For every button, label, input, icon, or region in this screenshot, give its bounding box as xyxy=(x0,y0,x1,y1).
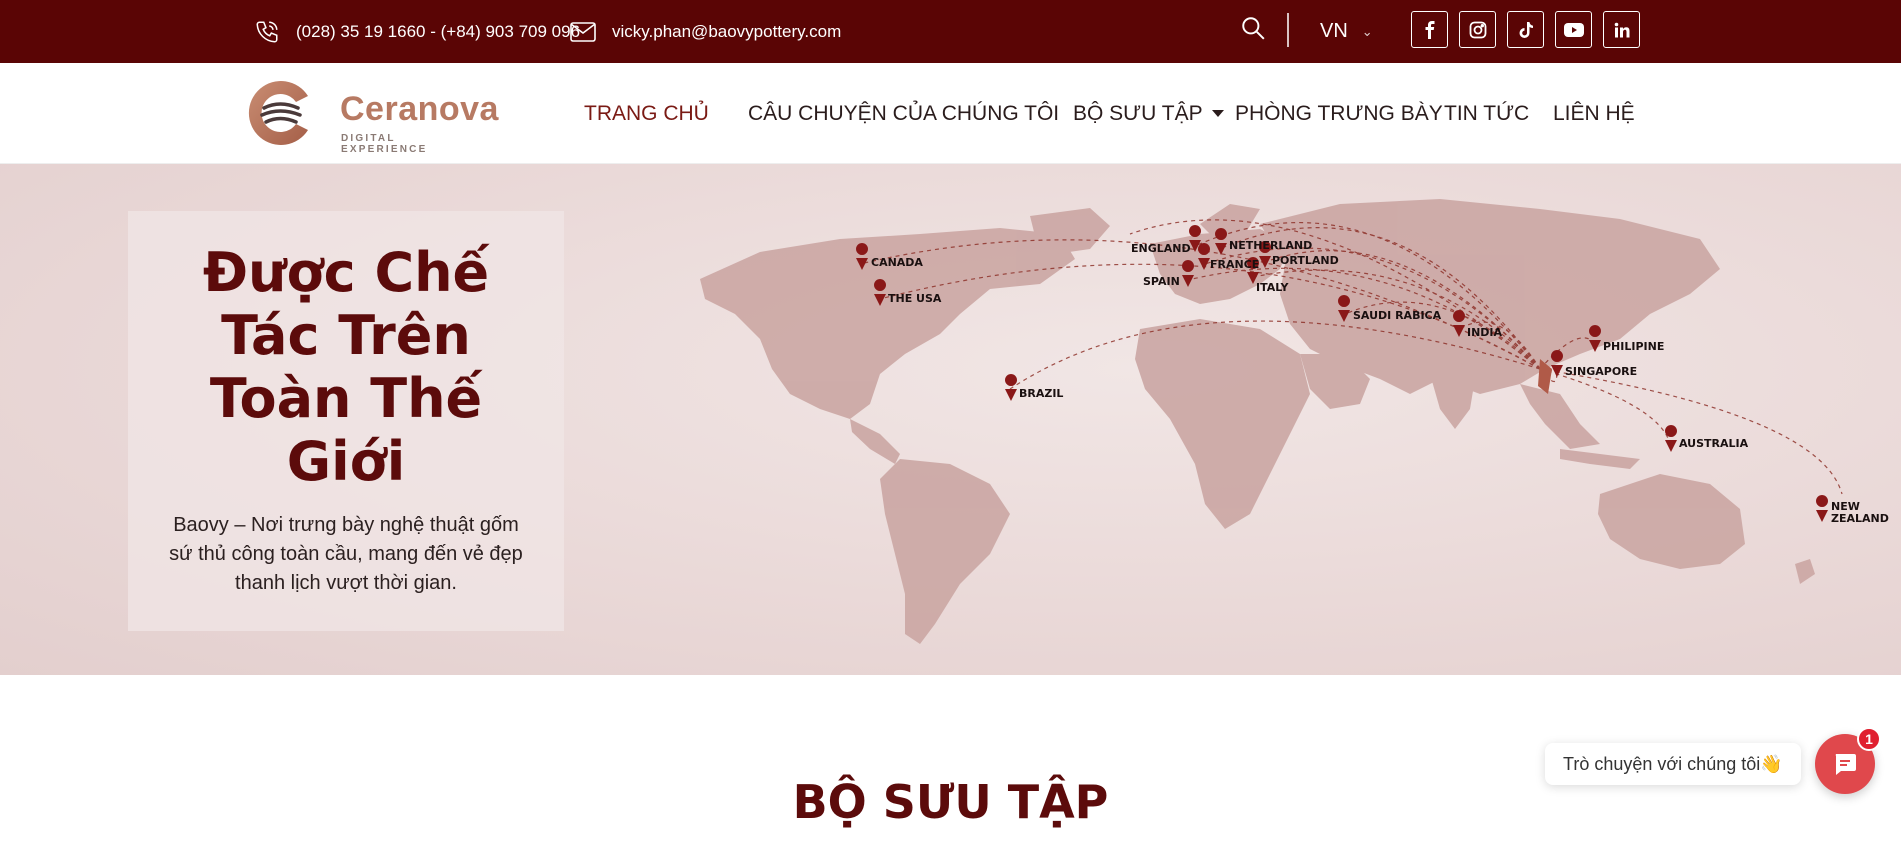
map-label-philipine: PHILIPINE xyxy=(1603,340,1664,353)
hero-description: Baovy – Nơi trưng bày nghệ thuật gốm sứ … xyxy=(169,514,523,594)
language-selector[interactable]: VN ⌄ xyxy=(1320,0,1373,63)
map-label-netherland: NETHERLAND xyxy=(1229,239,1312,252)
top-bar: (028) 35 19 1660 - (+84) 903 709 096 vic… xyxy=(0,0,1901,63)
tiktok-icon[interactable] xyxy=(1507,11,1544,48)
search-icon[interactable] xyxy=(1240,15,1266,41)
map-label-england: ENGLAND xyxy=(1131,242,1191,255)
nav-item-showroom[interactable]: PHÒNG TRƯNG BÀY xyxy=(1235,63,1443,164)
linkedin-icon[interactable] xyxy=(1603,11,1640,48)
nav-item-home[interactable]: TRANG CHỦ xyxy=(584,63,709,164)
map-label-canada: CANADA xyxy=(871,256,923,269)
main-navbar: Ceranova DIGITAL EXPERIENCE TRANG CHỦ CÂ… xyxy=(0,63,1901,164)
map-label-brazil: BRAZIL xyxy=(1019,387,1063,400)
topbar-divider xyxy=(1287,13,1289,47)
hero-section: CANADA THE USA BRAZIL ENGLAND NETHERLAND… xyxy=(0,164,1901,675)
map-label-new-zealand-line2: ZEALAND xyxy=(1831,512,1889,525)
hero-title: Được Chế Tác Trên Toàn Thế Giới xyxy=(202,241,490,493)
map-label-italy: ITALY xyxy=(1256,281,1290,294)
map-label-singapore: SINGAPORE xyxy=(1565,365,1637,378)
facebook-icon[interactable] xyxy=(1411,11,1448,48)
youtube-icon[interactable] xyxy=(1555,11,1592,48)
map-label-spain: SPAIN xyxy=(1143,275,1180,288)
phone-icon xyxy=(256,20,278,43)
map-label-india: INDIA xyxy=(1467,326,1503,339)
hero-card: Được Chế Tác Trên Toàn Thế Giới Baovy – … xyxy=(128,211,564,631)
map-label-france: FRANCE xyxy=(1210,258,1259,271)
ceranova-logo-mark xyxy=(248,81,308,145)
mail-icon xyxy=(570,21,596,42)
chevron-down-icon: ⌄ xyxy=(1361,23,1373,39)
email-contact[interactable]: vicky.phan@baovypottery.com xyxy=(570,0,841,63)
chat-icon xyxy=(1835,754,1856,775)
phone-contact[interactable]: (028) 35 19 1660 - (+84) 903 709 096 xyxy=(254,0,580,63)
map-label-usa: THE USA xyxy=(888,292,942,305)
brand-name: Ceranova xyxy=(340,90,499,128)
chat-notification-badge: 1 xyxy=(1857,727,1881,751)
language-label: VN xyxy=(1320,20,1348,42)
map-label-portland: PORTLAND xyxy=(1272,254,1339,267)
brand-tagline: DIGITAL EXPERIENCE xyxy=(341,133,428,155)
instagram-icon[interactable] xyxy=(1459,11,1496,48)
map-label-saudi-rabica: SAUDI RABICA xyxy=(1353,309,1442,322)
nav-item-our-story[interactable]: CÂU CHUYỆN CỦA CHÚNG TÔI xyxy=(748,63,1059,164)
phone-text: (028) 35 19 1660 - (+84) 903 709 096 xyxy=(296,21,581,41)
map-label-australia: AUSTRALIA xyxy=(1679,437,1749,450)
nav-item-news[interactable]: TIN TỨC xyxy=(1444,63,1529,164)
email-text: vicky.phan@baovypottery.com xyxy=(612,21,842,41)
caret-down-icon xyxy=(1211,110,1224,117)
nav-item-contact[interactable]: LIÊN HỆ xyxy=(1553,63,1635,164)
nav-item-collection-label: BỘ SƯU TẬP xyxy=(1073,101,1203,125)
logo[interactable]: Ceranova DIGITAL EXPERIENCE xyxy=(246,78,498,155)
chat-prompt[interactable]: Trò chuyện với chúng tôi👋 xyxy=(1545,743,1801,785)
nav-item-collection[interactable]: BỘ SƯU TẬP xyxy=(1073,63,1224,164)
